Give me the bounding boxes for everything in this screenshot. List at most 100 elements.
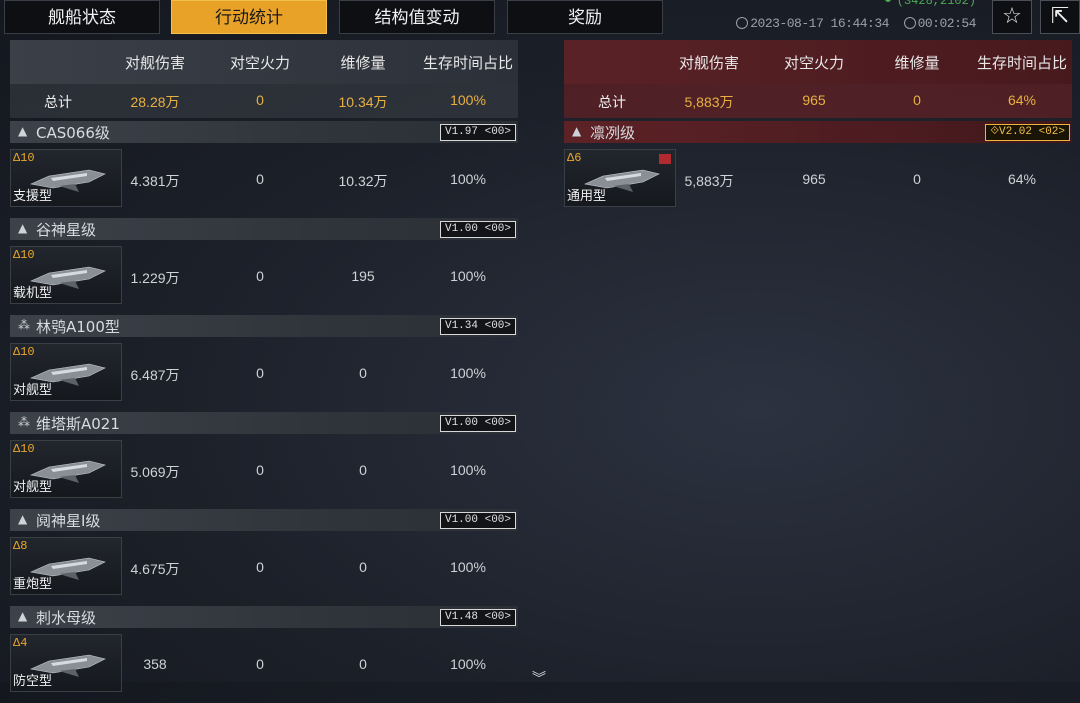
ship-class-bar: ⁂ 维塔斯A021 V1.00 <00> (10, 412, 518, 434)
coordinates-text: (3428,2102) (896, 0, 976, 8)
ship-group: ▲ 谷神星级 V1.00 <00> Δ10 载机型 1.229万 0 195 100% (10, 218, 518, 315)
total-survival: 100% (450, 92, 486, 108)
ship-type: 支援型 (13, 189, 53, 204)
version-badge: V1.97 <00> (439, 124, 516, 141)
version-badge: V1.00 <00> (439, 415, 516, 432)
survival-value: 100% (450, 171, 486, 187)
ship-card[interactable]: Δ10 对舰型 (10, 343, 122, 401)
total-row: 总计 28.28万 0 10.34万 100% (10, 84, 518, 118)
tab-ship-status[interactable]: 舰船状态 (4, 0, 160, 34)
ship-group: ⁂ 维塔斯A021 V1.00 <00> Δ10 对舰型 5.069万 0 0 100% (10, 412, 518, 509)
duration: 00:02:54 (917, 16, 977, 31)
ship-class-name: CAS066级 (36, 124, 110, 142)
survival-value: 64% (1007, 171, 1037, 187)
total-label: 总计 (44, 94, 72, 110)
version-badge: V1.00 <00> (439, 221, 516, 238)
version-badge: ⟐V2.02 <02> (985, 124, 1070, 141)
clock-icon (736, 17, 749, 29)
anti-air-value: 0 (256, 559, 264, 575)
ship-class-icon: ▲ (18, 512, 28, 526)
ship-card[interactable]: Δ10 对舰型 (10, 440, 122, 498)
column-header: 对舰伤害 对空火力 维修量 生存时间占比 (564, 40, 1072, 84)
tab-rewards[interactable]: 奖励 (507, 0, 663, 34)
ship-class-bar: ▲ 阋神星Ⅰ级 V1.00 <00> (10, 509, 518, 531)
col-repair: 维修量 (894, 54, 940, 72)
repair-value: 0 (359, 365, 367, 381)
col-anti-air: 对空火力 (229, 54, 291, 72)
col-ship-damage: 对舰伤害 (678, 54, 740, 72)
share-export-icon: ⇱ (1050, 4, 1070, 29)
ship-card[interactable]: Δ10 载机型 (10, 246, 122, 304)
survival-value: 100% (450, 365, 486, 381)
repair-value: 0 (913, 171, 921, 187)
ship-class-bar: ▲ CAS066级 V1.97 <00> (10, 121, 518, 143)
ship-class-icon: ⁂ (18, 318, 30, 332)
total-ship-damage: 5,883万 (684, 94, 734, 110)
total-repair: 0 (913, 92, 921, 108)
total-anti-air: 965 (802, 92, 826, 108)
ship-type: 对舰型 (13, 383, 53, 398)
col-ship-damage: 对舰伤害 (124, 54, 186, 72)
total-survival: 64% (1007, 92, 1037, 108)
ship-class-bar: ▲ 凛冽级 ⟐V2.02 <02> (564, 121, 1072, 143)
ship-class-name: 刺水母级 (36, 609, 97, 627)
repair-value: 195 (351, 268, 375, 284)
ship-type: 对舰型 (13, 480, 53, 495)
ship-class-icon: ▲ (18, 609, 28, 623)
ship-class-icon: ⁂ (18, 415, 30, 429)
ship-group: ▲ 凛冽级 ⟐V2.02 <02> Δ6 通用型 5,883万 965 0 64% (564, 121, 1072, 218)
coordinates: (3428,2102) (884, 0, 976, 8)
ship-type: 防空型 (13, 674, 53, 689)
battle-meta: 2023-08-17 16:44:34 00:02:54 (736, 16, 977, 31)
anti-air-value: 0 (256, 268, 264, 284)
column-header: 对舰伤害 对空火力 维修量 生存时间占比 (10, 40, 518, 84)
anti-air-value: 0 (256, 365, 264, 381)
ship-damage-value: 358 (143, 656, 167, 672)
anti-air-value: 0 (256, 656, 264, 672)
ship-card[interactable]: Δ10 支援型 (10, 149, 122, 207)
share-button[interactable]: ⇱ (1040, 0, 1080, 34)
ship-card[interactable]: Δ4 防空型 (10, 634, 122, 692)
ship-type: 重炮型 (13, 577, 53, 592)
ship-class-icon: ▲ (572, 124, 582, 138)
ship-group: ⁂ 林鸮A100型 V1.34 <00> Δ10 对舰型 6.487万 0 0 100% (10, 315, 518, 412)
ship-card[interactable]: Δ6 通用型 (564, 149, 676, 207)
ship-level: Δ4 (13, 636, 28, 650)
anti-air-value: 0 (256, 171, 264, 187)
col-survival: 生存时间占比 (422, 54, 514, 72)
ship-class-icon: ▲ (18, 124, 28, 138)
tab-action-stats[interactable]: 行动统计 (171, 0, 327, 34)
ship-class-name: 阋神星Ⅰ级 (36, 512, 101, 530)
col-anti-air: 对空火力 (783, 54, 845, 72)
favorite-button[interactable]: ☆ (992, 0, 1032, 34)
anti-air-value: 0 (256, 462, 264, 478)
ship-type: 载机型 (13, 286, 53, 301)
ship-type: 通用型 (567, 189, 607, 204)
ship-damage-value: 1.229万 (130, 270, 180, 286)
ship-group: ▲ 刺水母级 V1.48 <00> Δ4 防空型 358 0 0 100% (10, 606, 518, 703)
ship-level: Δ8 (13, 539, 28, 553)
repair-value: 0 (359, 462, 367, 478)
repair-value: 0 (359, 559, 367, 575)
ship-class-bar: ▲ 刺水母级 V1.48 <00> (10, 606, 518, 628)
timestamp: 2023-08-17 16:44:34 (750, 16, 889, 31)
total-label: 总计 (598, 94, 626, 110)
col-repair: 维修量 (340, 54, 386, 72)
ship-damage-value: 4.675万 (130, 561, 180, 577)
ship-card[interactable]: Δ8 重炮型 (10, 537, 122, 595)
scroll-down-chevron-icon[interactable]: ︾ (532, 668, 546, 688)
ship-class-bar: ⁂ 林鸮A100型 V1.34 <00> (10, 315, 518, 337)
ship-damage-value: 5.069万 (130, 464, 180, 480)
tab-structure-change[interactable]: 结构值变动 (339, 0, 495, 34)
version-badge: V1.00 <00> (439, 512, 516, 529)
star-icon: ☆ (1002, 4, 1022, 29)
total-ship-damage: 28.28万 (130, 94, 180, 110)
ship-class-name: 谷神星级 (36, 221, 97, 239)
ship-group: ▲ 阋神星Ⅰ级 V1.00 <00> Δ8 重炮型 4.675万 0 0 100% (10, 509, 518, 606)
total-repair: 10.34万 (338, 94, 388, 110)
total-anti-air: 0 (256, 92, 264, 108)
own-fleet-panel: 对舰伤害 对空火力 维修量 生存时间占比 总计 28.28万 0 10.34万 … (10, 40, 518, 703)
survival-value: 100% (450, 462, 486, 478)
version-badge: V1.48 <00> (439, 609, 516, 626)
ship-class-icon: ▲ (18, 221, 28, 235)
